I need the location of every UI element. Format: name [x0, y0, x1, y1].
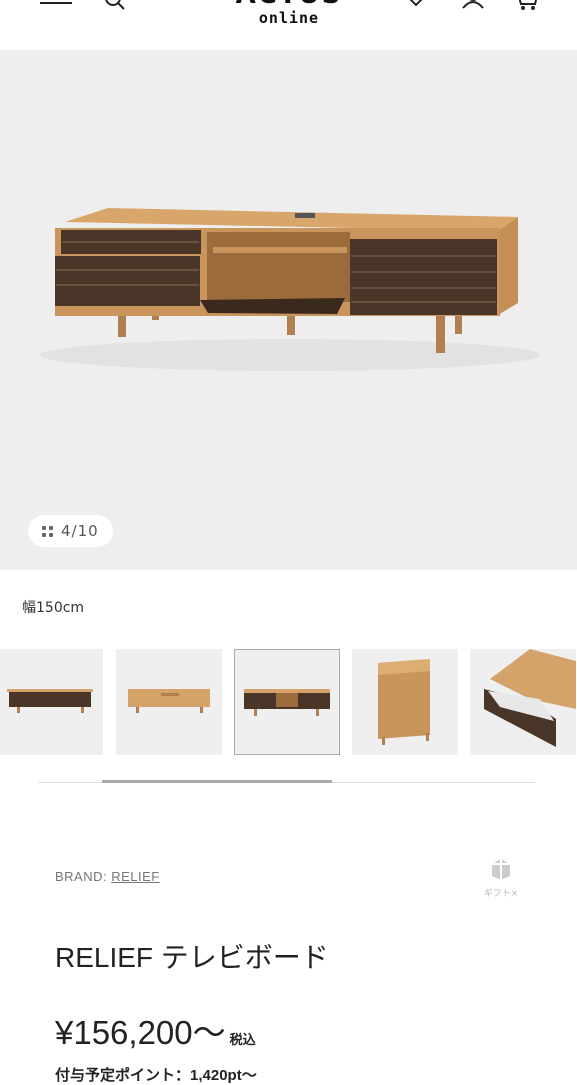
site-logo-sub[interactable]: online [234, 9, 344, 27]
product-price: ¥156,200～ 税込 [55, 1006, 256, 1054]
thumbnail-item[interactable] [352, 649, 458, 755]
brand-link[interactable]: RELIEF [111, 869, 160, 884]
thumbnail-item[interactable] [0, 649, 103, 755]
gift-badge: ギフト× [476, 856, 526, 899]
brand-prefix: BRAND: [55, 869, 112, 884]
product-title: RELIEF テレビボード [55, 942, 329, 973]
grid-icon [42, 525, 53, 537]
image-counter-text: 4/10 [61, 522, 99, 540]
user-icon[interactable] [461, 0, 485, 16]
image-counter[interactable]: 4/10 [28, 515, 113, 547]
thumbnail-item[interactable] [116, 649, 222, 755]
heart-icon[interactable] [405, 0, 427, 16]
site-header: ACTUS online [0, 0, 577, 50]
thumbnail-item-selected[interactable] [234, 649, 340, 755]
hamburger-icon[interactable] [40, 0, 72, 16]
gift-label: ギフト× [483, 889, 519, 899]
gift-icon [488, 859, 514, 884]
thumbnail-item[interactable] [470, 649, 576, 755]
product-main-image [40, 208, 540, 371]
price-value: ¥156,200～ [55, 1014, 226, 1051]
search-icon[interactable] [103, 0, 127, 16]
reward-points: 付与予定ポイント：1,420pt～ [55, 1067, 257, 1084]
tax-label: 税込 [229, 1032, 256, 1047]
brand-line: BRAND: RELIEF [55, 869, 160, 884]
thumbnail-scrollbar[interactable] [102, 780, 332, 783]
size-variant-label: 幅150cm [22, 600, 85, 616]
thumbnail-strip[interactable] [0, 649, 577, 755]
product-image-carousel[interactable]: 4/10 [0, 50, 577, 570]
cart-icon[interactable] [513, 0, 539, 16]
